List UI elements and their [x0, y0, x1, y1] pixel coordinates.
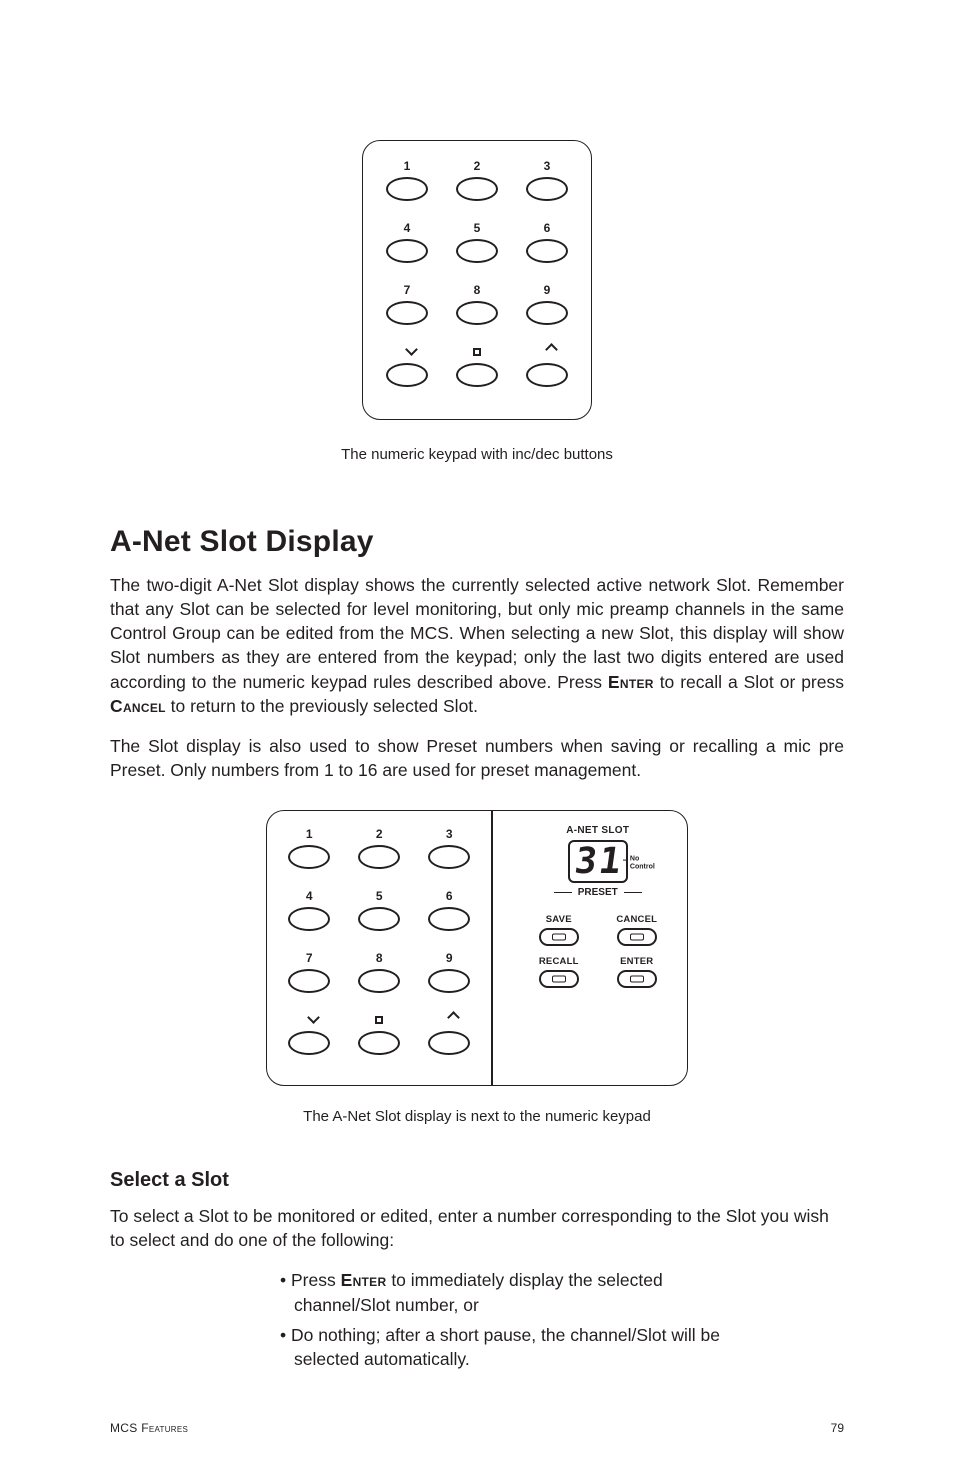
paragraph-3: To select a Slot to be monitored or edit…	[110, 1204, 844, 1252]
paragraph-1: The two-digit A-Net Slot display shows t…	[110, 573, 844, 718]
keypad2-key-3[interactable]: 3	[419, 827, 479, 887]
enter-label-inline: Enter	[608, 672, 654, 692]
keypad-key-9[interactable]: 9	[517, 283, 577, 343]
section-heading-anet-slot-display: A-Net Slot Display	[110, 525, 844, 559]
page-footer: MCS Features 79	[110, 1421, 844, 1435]
slot-display-group: A-NET SLOT 3 1 NoControl PRESET	[554, 825, 642, 898]
oval-button-icon	[526, 177, 568, 201]
oval-button-icon	[386, 239, 428, 263]
oval-button-icon	[386, 363, 428, 387]
slot-digit-1: 3	[572, 845, 598, 879]
figure-keypad-with-slot: 1 2 3 4 5 6 7 8 9 A-NET SLOT 3 1	[110, 810, 844, 1086]
oval-button-icon	[288, 845, 330, 869]
slot-panel-buttons: SAVE CANCEL RECALL ENTER	[531, 914, 665, 988]
keypad2-key-dec[interactable]	[279, 1013, 339, 1073]
list-item: Press Enter to immediately display the s…	[280, 1268, 760, 1316]
footer-page-number: 79	[831, 1421, 844, 1435]
oval-button-icon	[288, 907, 330, 931]
keypad-key-5[interactable]: 5	[447, 221, 507, 281]
keypad-key-2[interactable]: 2	[447, 159, 507, 219]
capsule-button-icon	[617, 928, 657, 946]
oval-button-icon	[526, 239, 568, 263]
bullet-list: Press Enter to immediately display the s…	[110, 1268, 844, 1371]
oval-button-icon	[386, 177, 428, 201]
oval-button-icon	[428, 1031, 470, 1055]
figure-1-caption: The numeric keypad with inc/dec buttons	[110, 446, 844, 463]
cancel-button[interactable]: CANCEL	[609, 914, 665, 946]
oval-button-icon	[526, 363, 568, 387]
keypad-key-dec[interactable]	[377, 345, 437, 405]
capsule-button-icon	[539, 970, 579, 988]
anet-slot-panel: A-NET SLOT 3 1 NoControl PRESET SAVE CAN…	[515, 811, 687, 1085]
keypad-key-0[interactable]	[447, 345, 507, 405]
list-item: Do nothing; after a short pause, the cha…	[280, 1323, 760, 1371]
figure-2-caption: The A-Net Slot display is next to the nu…	[110, 1108, 844, 1125]
oval-button-icon	[456, 363, 498, 387]
capsule-button-icon	[617, 970, 657, 988]
figure-keypad: 1 2 3 4 5 6 7 8 9	[110, 140, 844, 420]
paragraph-2: The Slot display is also used to show Pr…	[110, 734, 844, 782]
footer-section-name: MCS Features	[110, 1421, 188, 1435]
keypad-key-1[interactable]: 1	[377, 159, 437, 219]
keypad2-key-1[interactable]: 1	[279, 827, 339, 887]
no-control-indicator: NoControl	[630, 855, 655, 871]
anet-slot-label: A-NET SLOT	[566, 825, 629, 836]
oval-button-icon	[526, 301, 568, 325]
oval-button-icon	[358, 969, 400, 993]
oval-button-icon	[456, 239, 498, 263]
save-button[interactable]: SAVE	[531, 914, 587, 946]
keypad-panel-2: 1 2 3 4 5 6 7 8 9	[267, 811, 491, 1085]
keypad-key-inc[interactable]	[517, 345, 577, 405]
cancel-label-inline: Cancel	[110, 696, 166, 716]
oval-button-icon	[288, 969, 330, 993]
keypad2-key-9[interactable]: 9	[419, 951, 479, 1011]
keypad-key-3[interactable]: 3	[517, 159, 577, 219]
oval-button-icon	[428, 907, 470, 931]
keypad2-key-inc[interactable]	[419, 1013, 479, 1073]
capsule-button-icon	[539, 928, 579, 946]
recall-button[interactable]: RECALL	[531, 956, 587, 988]
oval-button-icon	[386, 301, 428, 325]
square-icon	[375, 1016, 383, 1024]
oval-button-icon	[428, 845, 470, 869]
enter-label-inline-2: Enter	[341, 1270, 387, 1290]
keypad-key-4[interactable]: 4	[377, 221, 437, 281]
oval-button-icon	[456, 301, 498, 325]
keypad2-key-5[interactable]: 5	[349, 889, 409, 949]
oval-button-icon	[358, 907, 400, 931]
keypad-key-8[interactable]: 8	[447, 283, 507, 343]
slot-display: 3 1 NoControl	[568, 840, 628, 883]
keypad2-key-6[interactable]: 6	[419, 889, 479, 949]
oval-button-icon	[456, 177, 498, 201]
oval-button-icon	[288, 1031, 330, 1055]
square-icon	[473, 348, 481, 356]
keypad2-key-0[interactable]	[349, 1013, 409, 1073]
keypad2-key-7[interactable]: 7	[279, 951, 339, 1011]
keypad-key-7[interactable]: 7	[377, 283, 437, 343]
keypad-panel: 1 2 3 4 5 6 7 8 9	[362, 140, 592, 420]
subheading-select-a-slot: Select a Slot	[110, 1169, 844, 1192]
oval-button-icon	[358, 1031, 400, 1055]
slot-digit-2: 1	[597, 845, 623, 879]
keypad2-key-8[interactable]: 8	[349, 951, 409, 1011]
oval-button-icon	[428, 969, 470, 993]
preset-label: PRESET	[554, 887, 642, 898]
enter-button[interactable]: ENTER	[609, 956, 665, 988]
oval-button-icon	[358, 845, 400, 869]
keypad2-key-4[interactable]: 4	[279, 889, 339, 949]
keypad2-key-2[interactable]: 2	[349, 827, 409, 887]
keypad-key-6[interactable]: 6	[517, 221, 577, 281]
